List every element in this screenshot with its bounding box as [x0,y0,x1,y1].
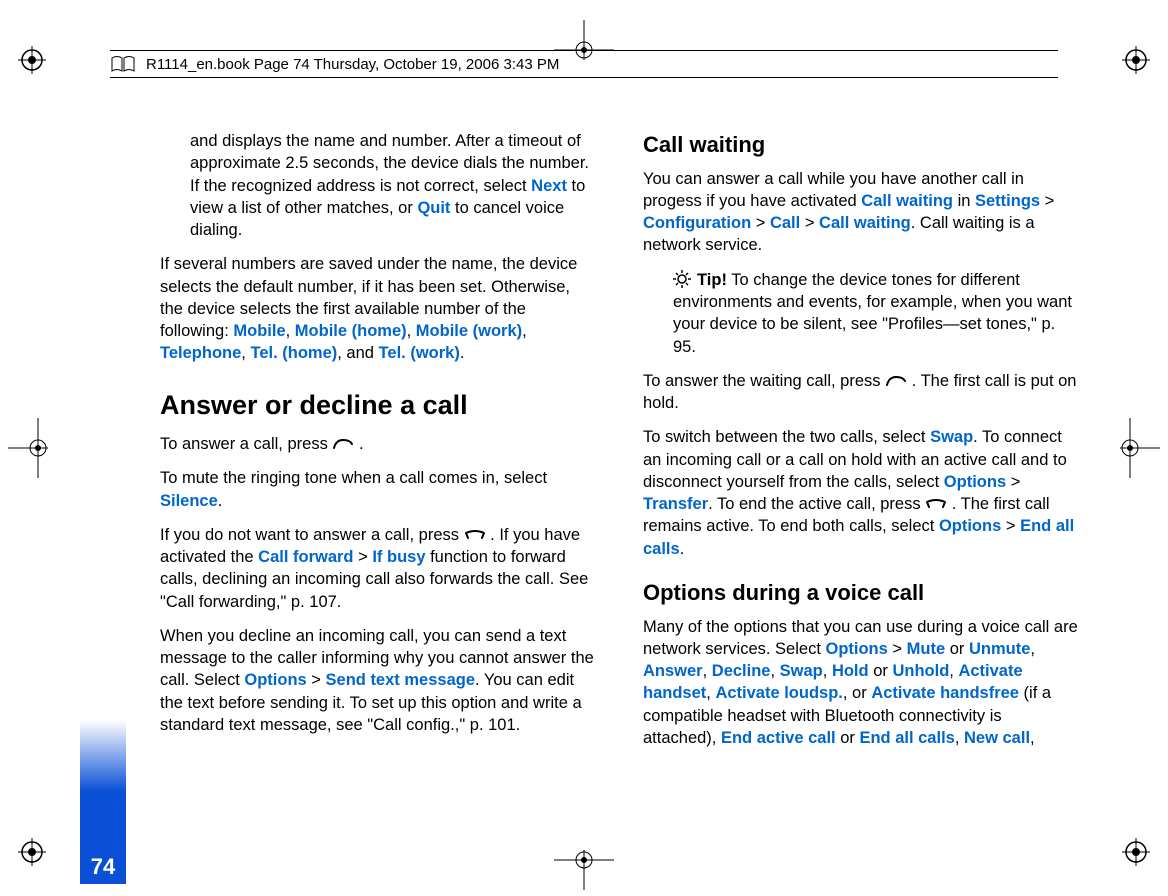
sidebar-gradient [80,720,126,850]
running-header-text: R1114_en.book Page 74 Thursday, October … [146,56,559,73]
para-answer-waiting: To answer the waiting call, press . The … [643,370,1078,415]
tip-icon [673,270,691,288]
heading-answer-decline: Answer or decline a call [160,387,595,423]
heading-options-voice-call: Options during a voice call [643,578,1078,608]
end-key-icon [464,525,486,537]
link-next: Next [531,177,567,195]
column-left: and displays the name and number. After … [160,130,595,766]
tip-block: Tip! To change the device tones for diff… [673,269,1078,358]
para-answer: To answer a call, press . [160,433,595,455]
para-default-number: If several numbers are saved under the n… [160,253,595,364]
para-swap-transfer: To switch between the two calls, select … [643,426,1078,560]
running-header: R1114_en.book Page 74 Thursday, October … [110,50,1058,78]
para-call-waiting: You can answer a call while you have ano… [643,168,1078,257]
link-call-forward: Call forward [258,548,353,566]
call-key-icon [332,434,354,446]
para-voice-dial-continued: and displays the name and number. After … [190,130,595,241]
call-key-icon [885,371,907,383]
para-voice-call-options: Many of the options that you can use dur… [643,616,1078,750]
crop-mark-bottom-right [1122,838,1150,866]
link-send-text-message: Send text message [326,671,475,689]
sidebar: Make calls 74 [80,120,132,884]
crop-cross-right [1120,418,1160,478]
crop-mark-top-left [18,46,46,74]
link-options: Options [244,671,306,689]
link-if-busy: If busy [372,548,425,566]
link-quit: Quit [417,199,450,217]
page-number: 74 [80,850,126,884]
end-key-icon [925,494,947,506]
para-decline: If you do not want to answer a call, pre… [160,524,595,613]
crop-mark-top-right [1122,46,1150,74]
book-icon [110,55,136,73]
column-right: Call waiting You can answer a call while… [643,130,1078,766]
crop-mark-bottom-left [18,838,46,866]
section-label: Make calls [76,0,107,130]
link-silence: Silence [160,492,218,510]
crop-cross-left [8,418,48,478]
tip-label: Tip! [697,271,727,289]
page-body: and displays the name and number. After … [160,130,1078,766]
para-silence: To mute the ringing tone when a call com… [160,467,595,512]
para-send-text: When you decline an incoming call, you c… [160,625,595,736]
crop-cross-bottom [554,850,614,890]
heading-call-waiting: Call waiting [643,130,1078,160]
